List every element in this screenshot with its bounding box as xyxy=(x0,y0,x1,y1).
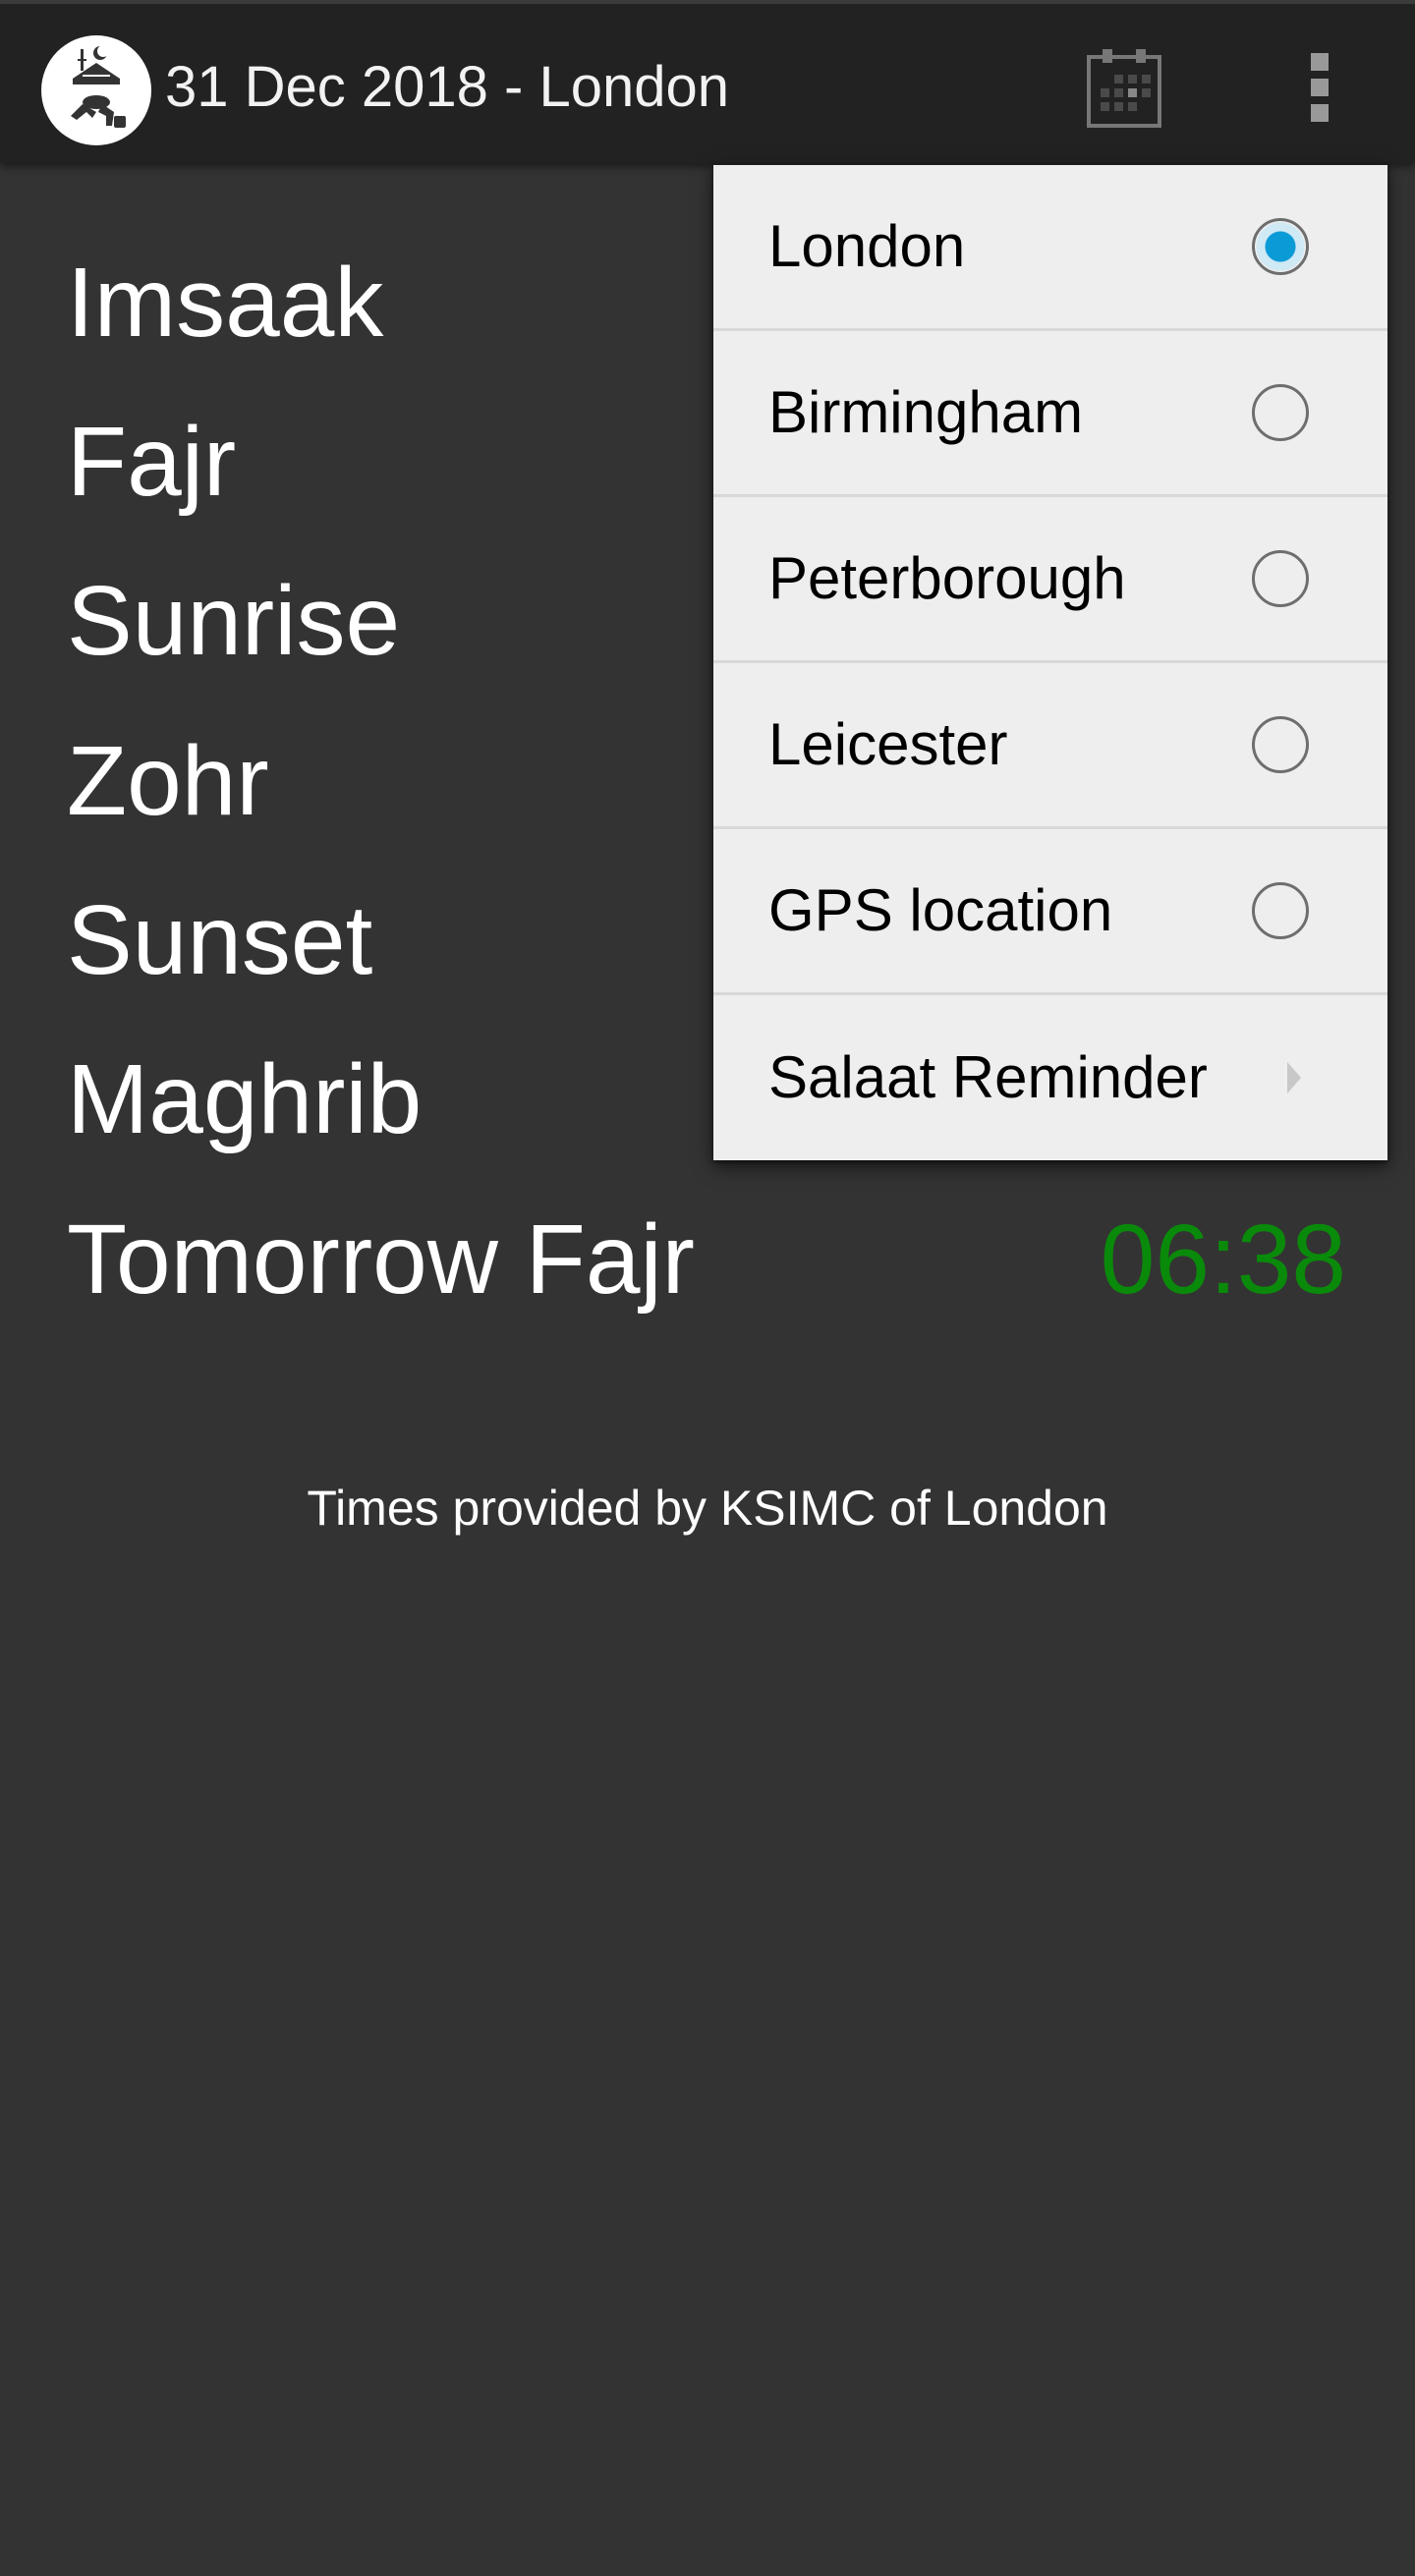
prayer-name-zohr: Zohr xyxy=(67,726,269,836)
menu-item-label: Peterborough xyxy=(768,545,1126,611)
menu-item-gps-location[interactable]: GPS location xyxy=(713,829,1387,995)
radio-unselected-icon[interactable] xyxy=(1252,384,1309,441)
mosque-prayer-logo-icon[interactable] xyxy=(41,35,151,145)
prayer-name-tomorrow-fajr: Tomorrow Fajr xyxy=(67,1204,695,1315)
prayer-time-tomorrow-fajr: 06:38 xyxy=(1100,1204,1346,1315)
prayer-name-fajr: Fajr xyxy=(67,407,237,517)
menu-item-london[interactable]: London xyxy=(713,165,1387,331)
radio-unselected-icon[interactable] xyxy=(1252,716,1309,773)
menu-item-label: Leicester xyxy=(768,711,1008,777)
radio-unselected-icon[interactable] xyxy=(1252,550,1309,607)
menu-item-label: Birmingham xyxy=(768,379,1084,445)
menu-item-peterborough[interactable]: Peterborough xyxy=(713,497,1387,663)
action-bar: 31 Dec 2018 - London xyxy=(0,0,1415,163)
menu-item-label: Salaat Reminder xyxy=(768,1044,1208,1110)
menu-item-label: London xyxy=(768,213,966,279)
overflow-menu-icon[interactable] xyxy=(1295,45,1342,132)
submenu-arrow-icon xyxy=(1287,1062,1301,1093)
prayer-name-sunset: Sunset xyxy=(67,885,373,995)
radio-selected-icon[interactable] xyxy=(1252,218,1309,275)
source-attribution: Times provided by KSIMC of London xyxy=(307,1481,1108,1536)
menu-item-salaat-reminder[interactable]: Salaat Reminder xyxy=(713,995,1387,1160)
menu-item-birmingham[interactable]: Birmingham xyxy=(713,331,1387,497)
menu-item-leicester[interactable]: Leicester xyxy=(713,663,1387,829)
calendar-icon[interactable] xyxy=(1083,45,1169,132)
menu-item-label: GPS location xyxy=(768,877,1113,943)
prayer-name-sunrise: Sunrise xyxy=(67,566,401,676)
page-title: 31 Dec 2018 - London xyxy=(165,55,729,119)
prayer-name-maghrib: Maghrib xyxy=(67,1044,423,1154)
overflow-dropdown-menu: London Birmingham Peterborough Leicester… xyxy=(713,165,1387,1160)
prayer-name-imsaak: Imsaak xyxy=(67,248,384,358)
radio-unselected-icon[interactable] xyxy=(1252,882,1309,939)
